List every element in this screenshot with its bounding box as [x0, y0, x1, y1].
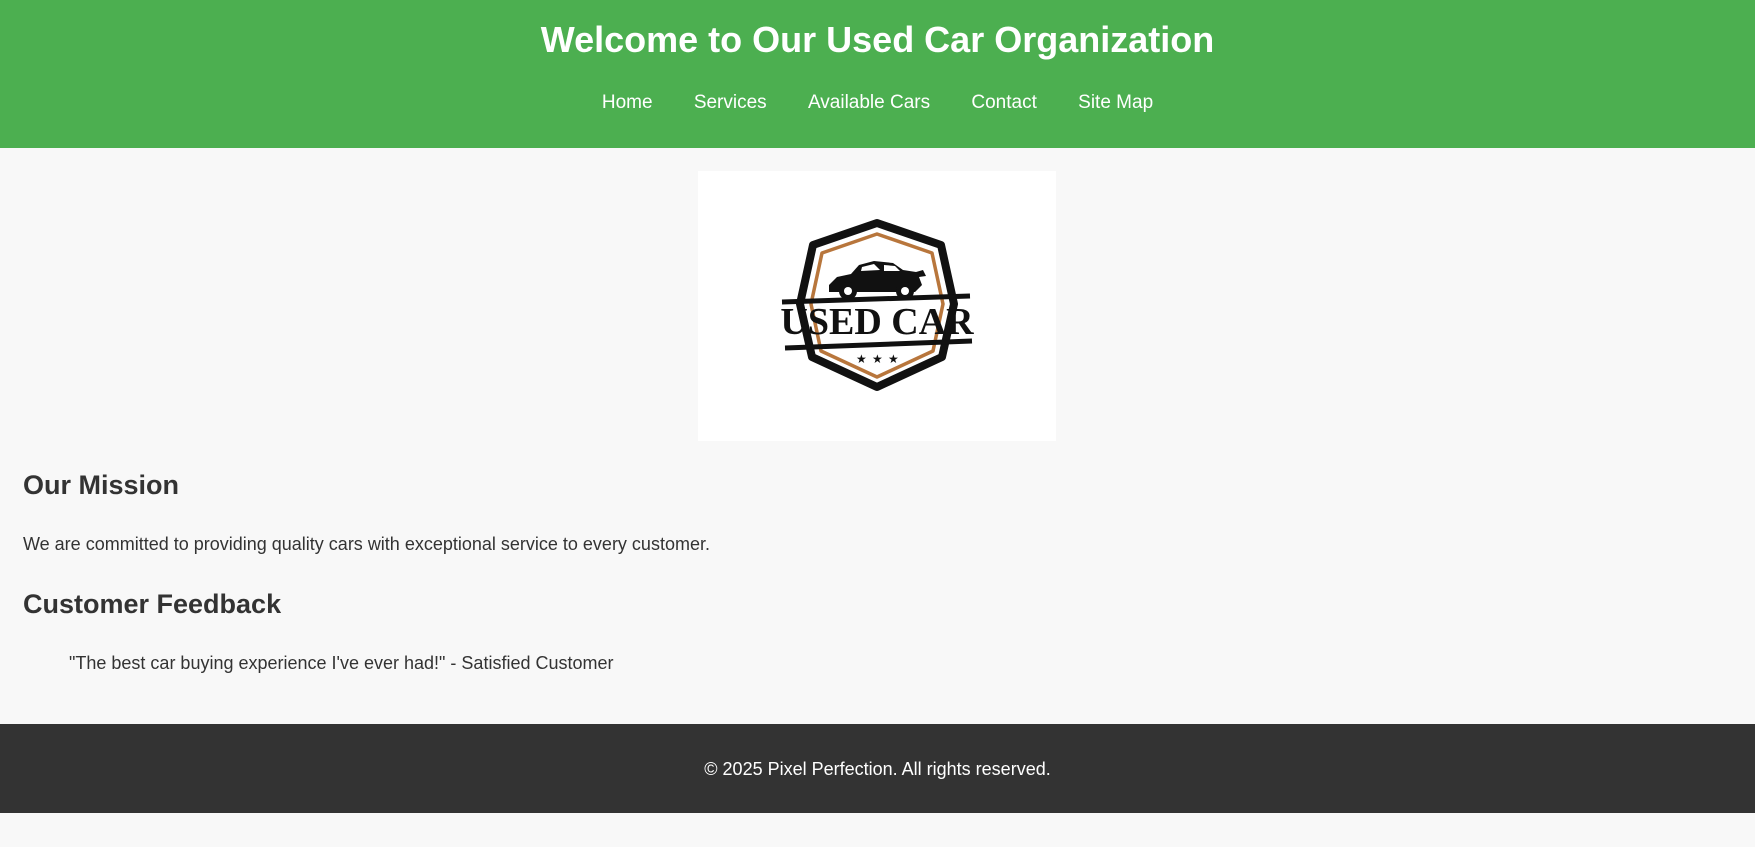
nav-available-cars-link[interactable]: Available Cars [808, 90, 930, 116]
used-car-logo-image: ★ ★ ★ USED CAR [698, 171, 1056, 441]
page-title: Welcome to Our Used Car Organization [540, 19, 1215, 60]
car-emblem-icon: ★ ★ ★ USED CAR [780, 219, 974, 391]
customer-quote: "The best car buying experience I've eve… [69, 653, 614, 673]
main-nav: Home Services Available Cars Contact Sit… [0, 90, 1755, 116]
mission-heading: Our Mission [23, 470, 180, 500]
nav-home-link[interactable]: Home [602, 90, 653, 116]
nav-contact-link[interactable]: Contact [971, 90, 1036, 116]
site-footer: © 2025 Pixel Perfection. All rights rese… [0, 724, 1755, 813]
svg-text:★: ★ [872, 352, 883, 366]
nav-site-map-link[interactable]: Site Map [1078, 90, 1153, 116]
nav-services-link[interactable]: Services [694, 90, 767, 116]
logo-text: USED CAR [780, 301, 974, 343]
feedback-heading: Customer Feedback [23, 589, 282, 619]
copyright-text: © 2025 Pixel Perfection. All rights rese… [704, 759, 1051, 779]
site-header: Welcome to Our Used Car Organization Hom… [0, 0, 1755, 148]
svg-text:★: ★ [888, 352, 899, 366]
svg-text:★: ★ [856, 352, 867, 366]
mission-text: We are committed to providing quality ca… [23, 534, 710, 554]
